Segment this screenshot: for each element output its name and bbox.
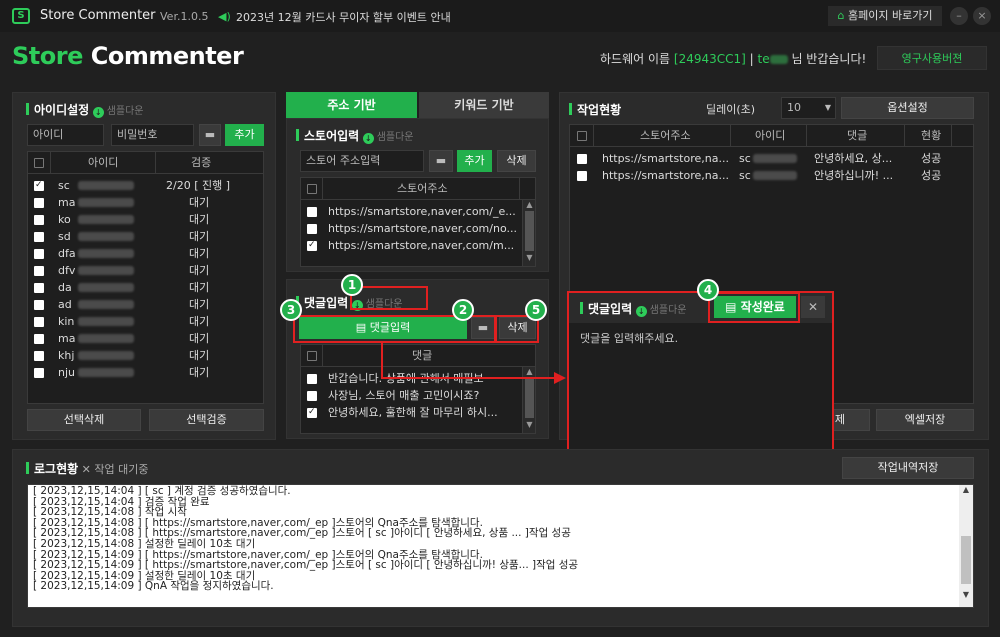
scroll-down-icon[interactable]: ▼ xyxy=(959,590,973,599)
callout-number-4: 4 xyxy=(697,279,719,301)
scroll-up-icon[interactable]: ▲ xyxy=(959,485,973,494)
scroll-thumb[interactable] xyxy=(961,536,971,584)
callout-number-1: 1 xyxy=(341,274,363,296)
log-scrollbar[interactable]: ▲ ▼ xyxy=(959,485,973,607)
log-line: [ 2023,12,15,14:04 ] [ sc ] 계정 검증 성공하였습니… xyxy=(33,485,291,497)
log-panel-title: 로그현황 xyxy=(26,462,78,476)
callout-number-3: 3 xyxy=(280,299,302,321)
log-line: [ 2023,12,15,14:08 ] 설정한 딜레이 10초 대기 xyxy=(33,537,256,550)
log-save-button[interactable]: 작업내역저장 xyxy=(842,457,974,479)
log-text-area[interactable]: [ 2023,12,15,14:04 ] [ sc ] 계정 검증 성공하였습니… xyxy=(27,484,974,608)
log-panel-header: 로그현황 ✕ 작업 대기중 xyxy=(26,460,148,477)
log-line: [ 2023,12,15,14:09 ] QnA 작업을 정지하였습니다. xyxy=(33,580,274,593)
callout-number-5: 5 xyxy=(525,299,547,321)
callout-number-2: 2 xyxy=(452,299,474,321)
log-state: ✕ 작업 대기중 xyxy=(81,463,149,476)
